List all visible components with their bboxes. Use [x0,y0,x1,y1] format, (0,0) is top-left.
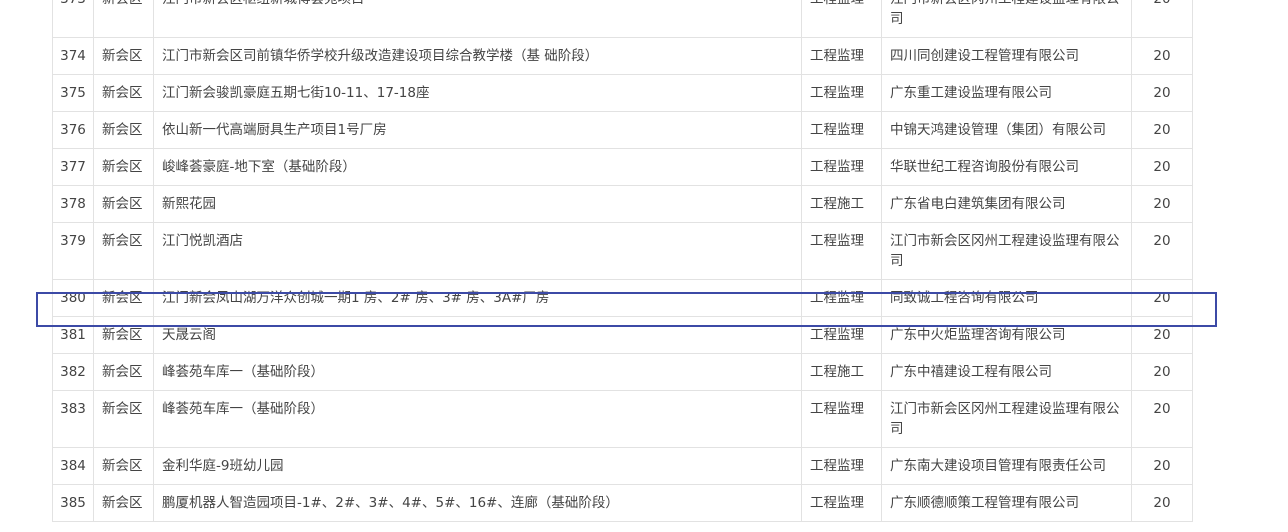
company-cell: 江门市新会区冈州工程建设监理有限公司 [881,390,1132,448]
company-cell: 同致诚工程咨询有限公司 [881,279,1132,317]
project-name-cell: 金利华庭-9班幼儿园 [153,447,802,485]
score-cell: 20 [1131,148,1193,186]
table-row: 383 新会区 峰荟苑车库一（基础阶段） 工程监理 江门市新会区冈州工程建设监理… [52,390,1193,448]
work-type-cell: 工程监理 [801,148,882,186]
work-type-cell: 工程监理 [801,222,882,280]
district-cell: 新会区 [93,353,154,391]
table-row: 381 新会区 天晟云阁 工程监理 广东中火炬监理咨询有限公司 20 [52,316,1193,354]
company-cell: 江门市新会区冈州工程建设监理有限公司 [881,0,1132,38]
score-cell: 20 [1131,353,1193,391]
work-type-cell: 工程监理 [801,74,882,112]
row-number: 375 [52,74,94,112]
company-cell: 广东中禧建设工程有限公司 [881,353,1132,391]
table-row: 375 新会区 江门新会骏凯豪庭五期七街10-11、17-18座 工程监理 广东… [52,74,1193,112]
table-row-highlighted: 380 新会区 江门新会凤山湖万洋众创城一期1 房、2# 房、3# 房、3A#厂… [52,279,1193,317]
project-name-cell: 峰荟苑车库一（基础阶段） [153,390,802,448]
project-name-cell: 江门新会凤山湖万洋众创城一期1 房、2# 房、3# 房、3A#厂房 [153,279,802,317]
table-row: 373 新会区 江门市新会区枢纽新城博荟苑项目 工程监理 江门市新会区冈州工程建… [52,0,1193,38]
district-cell: 新会区 [93,222,154,280]
row-number: 379 [52,222,94,280]
table-row: 376 新会区 依山新一代高端厨具生产项目1号厂房 工程监理 中锦天鸿建设管理（… [52,111,1193,149]
district-cell: 新会区 [93,390,154,448]
project-name-cell: 江门市新会区枢纽新城博荟苑项目 [153,0,802,38]
table-row: 377 新会区 峻峰荟豪庭-地下室（基础阶段） 工程监理 华联世纪工程咨询股份有… [52,148,1193,186]
district-cell: 新会区 [93,37,154,75]
row-number: 385 [52,484,94,522]
company-cell: 广东南大建设项目管理有限责任公司 [881,447,1132,485]
district-cell: 新会区 [93,447,154,485]
district-cell: 新会区 [93,148,154,186]
company-cell: 广东省电白建筑集团有限公司 [881,185,1132,223]
company-cell: 江门市新会区冈州工程建设监理有限公司 [881,222,1132,280]
company-cell: 广东中火炬监理咨询有限公司 [881,316,1132,354]
score-cell: 20 [1131,222,1193,280]
project-name-cell: 江门新会骏凯豪庭五期七街10-11、17-18座 [153,74,802,112]
project-name-cell: 峻峰荟豪庭-地下室（基础阶段） [153,148,802,186]
company-cell: 广东重工建设监理有限公司 [881,74,1132,112]
row-number: 381 [52,316,94,354]
table-row: 374 新会区 江门市新会区司前镇华侨学校升级改造建设项目综合教学楼（基 础阶段… [52,37,1193,75]
score-cell: 20 [1131,447,1193,485]
score-cell: 20 [1131,74,1193,112]
row-number: 377 [52,148,94,186]
district-cell: 新会区 [93,185,154,223]
work-type-cell: 工程监理 [801,0,882,38]
work-type-cell: 工程监理 [801,37,882,75]
row-number: 384 [52,447,94,485]
district-cell: 新会区 [93,316,154,354]
project-name-cell: 峰荟苑车库一（基础阶段） [153,353,802,391]
work-type-cell: 工程施工 [801,185,882,223]
work-type-cell: 工程监理 [801,484,882,522]
district-cell: 新会区 [93,0,154,38]
score-cell: 20 [1131,390,1193,448]
table-row: 382 新会区 峰荟苑车库一（基础阶段） 工程施工 广东中禧建设工程有限公司 2… [52,353,1193,391]
score-cell: 20 [1131,484,1193,522]
score-cell: 20 [1131,0,1193,38]
work-type-cell: 工程监理 [801,111,882,149]
results-table-container: 373 新会区 江门市新会区枢纽新城博荟苑项目 工程监理 江门市新会区冈州工程建… [52,0,1193,522]
company-cell: 四川同创建设工程管理有限公司 [881,37,1132,75]
project-name-cell: 依山新一代高端厨具生产项目1号厂房 [153,111,802,149]
score-cell: 20 [1131,316,1193,354]
work-type-cell: 工程监理 [801,316,882,354]
table-row: 378 新会区 新熙花园 工程施工 广东省电白建筑集团有限公司 20 [52,185,1193,223]
district-cell: 新会区 [93,111,154,149]
score-cell: 20 [1131,279,1193,317]
work-type-cell: 工程监理 [801,390,882,448]
row-number: 373 [52,0,94,38]
district-cell: 新会区 [93,74,154,112]
score-cell: 20 [1131,37,1193,75]
row-number: 378 [52,185,94,223]
project-name-cell: 江门悦凯酒店 [153,222,802,280]
company-cell: 广东顺德顺策工程管理有限公司 [881,484,1132,522]
project-name-cell: 江门市新会区司前镇华侨学校升级改造建设项目综合教学楼（基 础阶段） [153,37,802,75]
row-number: 374 [52,37,94,75]
work-type-cell: 工程监理 [801,447,882,485]
table-row: 385 新会区 鹏厦机器人智造园项目-1#、2#、3#、4#、5#、16#、连廊… [52,484,1193,522]
table-row: 384 新会区 金利华庭-9班幼儿园 工程监理 广东南大建设项目管理有限责任公司… [52,447,1193,485]
project-name-cell: 天晟云阁 [153,316,802,354]
work-type-cell: 工程施工 [801,353,882,391]
table-row: 379 新会区 江门悦凯酒店 工程监理 江门市新会区冈州工程建设监理有限公司 2… [52,222,1193,280]
row-number: 380 [52,279,94,317]
district-cell: 新会区 [93,484,154,522]
score-cell: 20 [1131,111,1193,149]
work-type-cell: 工程监理 [801,279,882,317]
company-cell: 中锦天鸿建设管理（集团）有限公司 [881,111,1132,149]
project-name-cell: 鹏厦机器人智造园项目-1#、2#、3#、4#、5#、16#、连廊（基础阶段） [153,484,802,522]
company-cell: 华联世纪工程咨询股份有限公司 [881,148,1132,186]
row-number: 383 [52,390,94,448]
row-number: 376 [52,111,94,149]
district-cell: 新会区 [93,279,154,317]
project-name-cell: 新熙花园 [153,185,802,223]
score-cell: 20 [1131,185,1193,223]
row-number: 382 [52,353,94,391]
results-table: 373 新会区 江门市新会区枢纽新城博荟苑项目 工程监理 江门市新会区冈州工程建… [52,0,1193,522]
